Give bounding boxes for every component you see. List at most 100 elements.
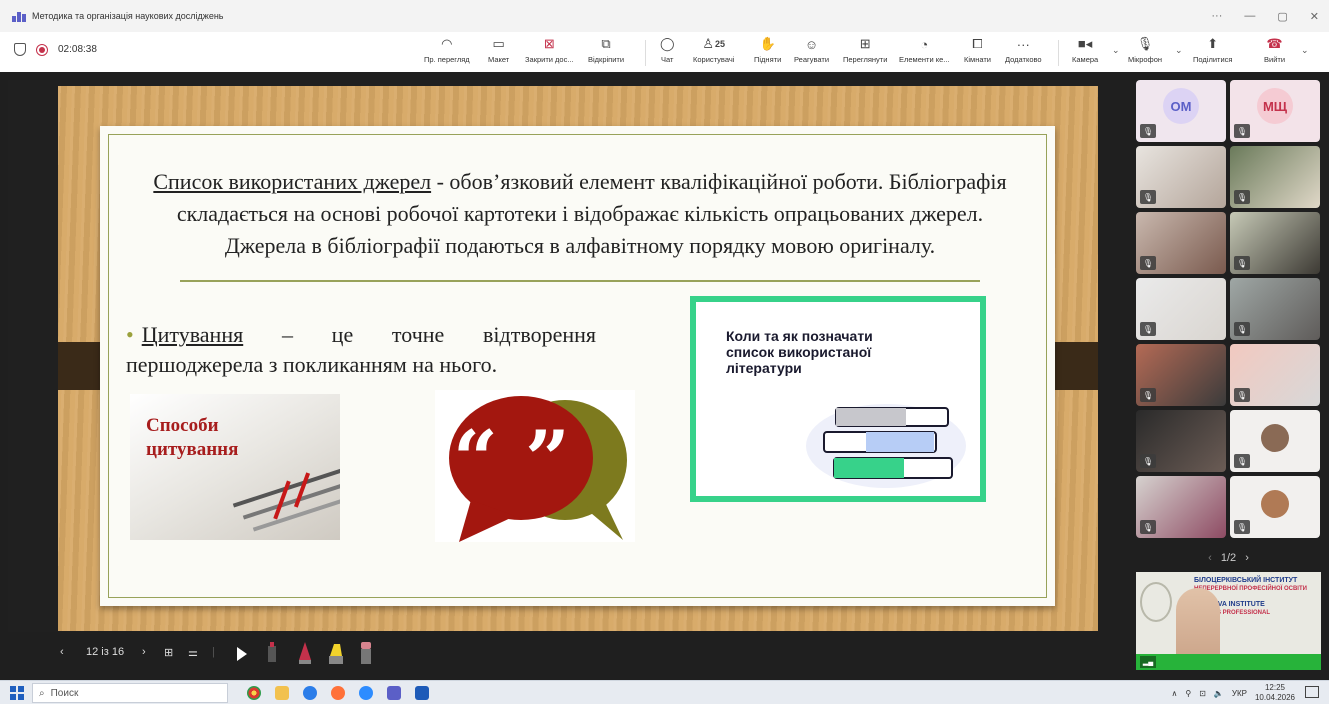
chrome-icon[interactable] — [247, 686, 261, 700]
teams-logo-icon — [12, 10, 26, 22]
highlighter-tool-icon[interactable] — [328, 642, 344, 669]
popout-button[interactable]: ⧉ Відкріпити — [588, 35, 624, 64]
view-label: Переглянути — [843, 55, 888, 64]
firefox-icon[interactable] — [331, 686, 345, 700]
toolbar-divider — [645, 40, 646, 66]
participant-video-tile[interactable]: 🎙 — [1230, 212, 1320, 274]
grid-view-icon[interactable]: ⊞ — [164, 646, 173, 659]
participant-video-tile[interactable]: 🎙 — [1136, 146, 1226, 208]
settings-sliders-icon[interactable]: ⚌ — [188, 646, 198, 659]
layout-label: Макет — [488, 55, 510, 64]
pen-tool-icon[interactable] — [267, 642, 277, 669]
zoom-icon[interactable] — [359, 686, 373, 700]
share-button[interactable]: ⬆ Поділитися — [1193, 35, 1232, 64]
file-explorer-icon[interactable] — [275, 686, 289, 700]
participant-video-tile[interactable]: 🎙 — [1136, 344, 1226, 406]
microphone-icon: 🎙 — [1136, 36, 1154, 51]
eraser-tool-icon[interactable] — [360, 642, 372, 669]
popout-icon: ⧉ — [601, 36, 611, 51]
muted-mic-icon: 🎙 — [1140, 256, 1156, 270]
citation-methods-caption: Способи цитування — [146, 415, 239, 460]
people-count: 25 — [715, 39, 726, 49]
shield-icon — [14, 43, 26, 56]
participant-video-tile[interactable]: 🎙 — [1230, 410, 1320, 472]
smile-icon: ☺ — [804, 36, 819, 52]
camera-button[interactable]: ■◂ Камера — [1072, 35, 1098, 64]
toolbar-divider — [1058, 40, 1059, 66]
teams-icon[interactable] — [387, 686, 401, 700]
clock[interactable]: 12:25 10.04.2026 — [1255, 683, 1295, 703]
view-button[interactable]: ⊞ Переглянути — [843, 35, 887, 64]
more-options-button[interactable]: ··· — [1211, 10, 1222, 22]
previous-slide-button[interactable]: ‹ — [60, 646, 64, 658]
stop-sharing-button[interactable]: ⊠ Закрити дос... — [525, 35, 574, 64]
next-slide-button[interactable]: › — [142, 646, 146, 658]
slide-controls: ‹ 12 із 16 › ⊞ ⚌ | — [8, 632, 1090, 680]
chat-button[interactable]: ◯ Чат — [660, 35, 675, 64]
muted-mic-icon: 🎙 — [1234, 256, 1250, 270]
camera-label: Камера — [1072, 55, 1099, 64]
tray-chevron-icon[interactable]: ∧ — [1171, 689, 1177, 698]
raise-hand-button[interactable]: ✋ Підняти — [754, 35, 781, 64]
microphone-button[interactable]: 🎙 Мікрофон — [1128, 35, 1162, 64]
leave-button[interactable]: ☎ Вийти — [1264, 35, 1285, 64]
search-icon: ⌕ — [39, 687, 45, 699]
taskbar-search-box[interactable]: ⌕ Поиск — [32, 683, 228, 703]
muted-mic-icon: 🎙 — [1140, 322, 1156, 336]
preview-button[interactable]: ◠ Пр. перегляд — [424, 35, 470, 64]
window-titlebar: Методика та організація наукових дослідж… — [0, 0, 1329, 32]
participant-video-tile[interactable]: 🎙 — [1230, 146, 1320, 208]
participant-tile[interactable]: МЩ 🎙 — [1230, 80, 1320, 142]
gallery-prev-button[interactable]: ‹ — [1208, 552, 1212, 564]
participant-video-tile[interactable]: 🎙 — [1136, 212, 1226, 274]
mic-options-chevron-icon[interactable]: ⌄ — [1175, 45, 1183, 56]
speech-bubbles-icon: “ ” — [449, 396, 627, 542]
citation-methods-image: Способи цитування — [130, 394, 340, 540]
people-button[interactable]: ♙ 25 Користувачі — [693, 35, 734, 64]
meeting-toolbar: 02:08:38 ◠ Пр. перегляд ▭ Макет ⊠ Закрит… — [0, 32, 1329, 72]
participant-video-tile[interactable]: 🎙 — [1230, 476, 1320, 538]
participant-video-tile[interactable]: 🎙 — [1136, 410, 1226, 472]
speaker-icon[interactable]: 🔈 — [1214, 689, 1224, 698]
apps-label: Елементи ке... — [899, 55, 950, 64]
minimize-button[interactable]: — — [1244, 10, 1255, 22]
muted-mic-icon: 🎙 — [1140, 520, 1156, 534]
notifications-icon[interactable] — [1305, 686, 1319, 698]
more-button[interactable]: ··· Додатково — [1005, 35, 1042, 65]
leave-options-chevron-icon[interactable]: ⌄ — [1301, 45, 1309, 56]
pointer-tool-icon[interactable] — [236, 646, 248, 667]
literature-list-caption: Коли та як позначати список використаної… — [726, 328, 873, 376]
participant-video-tile[interactable]: 🎙 — [1230, 278, 1320, 340]
rooms-icon: ⧠ — [972, 36, 983, 51]
participant-video-tile[interactable]: 🎙 — [1230, 344, 1320, 406]
participant-video-tile[interactable]: 🎙 — [1136, 278, 1226, 340]
edge-icon[interactable] — [303, 686, 317, 700]
gallery-page: 1/2 — [1220, 552, 1237, 564]
meeting-timer: 02:08:38 — [58, 44, 97, 55]
window-title: Методика та організація наукових дослідж… — [32, 11, 224, 21]
restore-button[interactable]: ▢ — [1277, 10, 1287, 23]
muted-mic-icon: 🎙 — [1234, 454, 1250, 468]
muted-mic-icon: 🎙 — [1234, 124, 1250, 138]
self-video-tile[interactable]: БІЛОЦЕРКІВСЬКИЙ ІНСТИТУТ НЕПЕРЕРВНОЇ ПРО… — [1136, 572, 1321, 670]
divider-line — [180, 280, 980, 282]
presentation-slide: Список використаних джерел - обов’язкови… — [58, 86, 1098, 631]
participant-video-tile[interactable]: 🎙 — [1136, 476, 1226, 538]
apps-button[interactable]: ◔ Елементи ке... — [899, 35, 950, 65]
react-button[interactable]: ☺ Реагувати — [794, 35, 829, 65]
muted-mic-icon: 🎙 — [1140, 388, 1156, 402]
camera-options-chevron-icon[interactable]: ⌄ — [1112, 45, 1120, 56]
gallery-next-button[interactable]: › — [1245, 552, 1249, 564]
network-icon[interactable]: ⊡ — [1199, 689, 1206, 698]
windows-start-icon[interactable] — [10, 686, 24, 700]
marker-tool-icon[interactable] — [298, 642, 312, 669]
layout-button[interactable]: ▭ Макет — [488, 35, 509, 64]
close-button[interactable]: ✕ — [1310, 10, 1319, 23]
word-icon[interactable] — [415, 686, 429, 700]
participant-tile[interactable]: ОМ 🎙 — [1136, 80, 1226, 142]
more-label: Додатково — [1005, 55, 1042, 64]
usb-icon[interactable]: ⚲ — [1185, 689, 1191, 698]
language-indicator[interactable]: УКР — [1232, 689, 1247, 698]
controls-divider: | — [212, 646, 215, 658]
rooms-button[interactable]: ⧠ Кімнати — [964, 35, 991, 64]
